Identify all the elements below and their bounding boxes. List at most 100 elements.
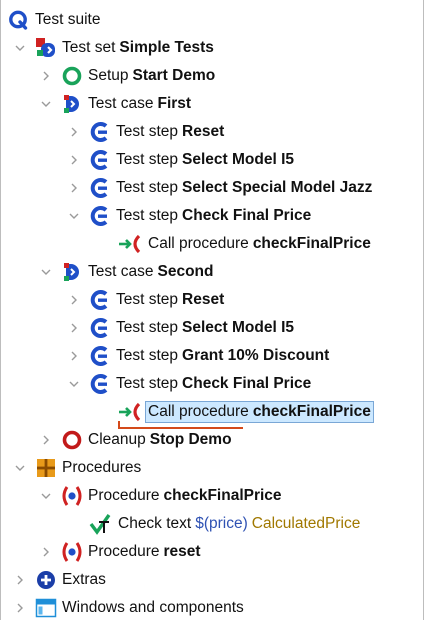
tree-node-procedure[interactable]: Procedure checkFinalPrice bbox=[39, 483, 282, 509]
tree-node-type: Test step bbox=[116, 179, 179, 196]
tree-node-type: Call procedure bbox=[148, 235, 249, 252]
tree-node-test-step[interactable]: Test step Reset bbox=[67, 287, 224, 313]
package-icon bbox=[35, 457, 57, 479]
chevron-right-icon[interactable] bbox=[39, 545, 53, 559]
tree-node-name: checkFinalPrice bbox=[163, 487, 282, 504]
tree-node-type: Test step bbox=[116, 291, 179, 308]
tree-node-windows-and-components[interactable]: Windows and components bbox=[13, 595, 244, 620]
chevron-down-icon[interactable] bbox=[39, 489, 53, 503]
tree-node-name: Simple Tests bbox=[119, 39, 214, 56]
tree-node-label: Extras bbox=[62, 571, 106, 588]
tree-node-variable: $(price) bbox=[195, 515, 248, 532]
chevron-right-icon[interactable] bbox=[67, 153, 81, 167]
tree-node-test-case-second[interactable]: Test case Second bbox=[39, 259, 213, 285]
check-text-icon bbox=[89, 513, 113, 535]
chevron-right-icon[interactable] bbox=[13, 573, 27, 587]
test-step-icon bbox=[89, 205, 111, 227]
tree-node-procedures[interactable]: Procedures bbox=[13, 455, 141, 481]
tree-node-name: Stop Demo bbox=[149, 431, 232, 448]
tree-node-cleanup[interactable]: Cleanup Stop Demo bbox=[39, 427, 232, 453]
test-step-icon bbox=[89, 317, 111, 339]
call-procedure-icon bbox=[117, 233, 143, 255]
tree-node-test-step[interactable]: Test step Check Final Price bbox=[67, 203, 311, 229]
tree-node-label: Procedures bbox=[62, 459, 142, 476]
tree-node-call-procedure-selected[interactable]: Call procedure checkFinalPrice bbox=[117, 399, 374, 425]
chevron-right-icon[interactable] bbox=[13, 601, 27, 615]
test-step-icon bbox=[89, 149, 111, 171]
chevron-down-icon[interactable] bbox=[67, 209, 81, 223]
tree-node-name: Select Model I5 bbox=[182, 319, 295, 336]
tree-node-extras[interactable]: Extras bbox=[13, 567, 106, 593]
tree-node-name: Check Final Price bbox=[182, 207, 312, 224]
chevron-right-icon[interactable] bbox=[67, 181, 81, 195]
tree-node-procedure[interactable]: Procedure reset bbox=[39, 539, 201, 565]
tree-node-name: First bbox=[157, 95, 192, 112]
test-step-icon bbox=[89, 121, 111, 143]
test-step-icon bbox=[89, 373, 111, 395]
tree-node-type: Call procedure bbox=[148, 403, 249, 420]
tree-node-type: Test step bbox=[116, 123, 179, 140]
tree-node-name: checkFinalPrice bbox=[252, 235, 371, 252]
chevron-down-icon[interactable] bbox=[13, 41, 27, 55]
extras-icon bbox=[35, 569, 57, 591]
test-case-icon bbox=[61, 93, 83, 115]
call-procedure-icon bbox=[117, 401, 143, 423]
tree-node-name: Start Demo bbox=[132, 67, 216, 84]
tree-node-type: Test step bbox=[116, 319, 179, 336]
tree-node-type: Test set bbox=[62, 39, 116, 56]
chevron-down-icon[interactable] bbox=[13, 461, 27, 475]
tree-node-test-step[interactable]: Test step Select Special Model Jazz bbox=[67, 175, 372, 201]
tree-node-type: Test step bbox=[116, 375, 179, 392]
selected-node-label: Call procedure checkFinalPrice bbox=[145, 401, 374, 423]
test-case-icon bbox=[61, 261, 83, 283]
tree-node-type: Procedure bbox=[88, 487, 160, 504]
tree-node-name: checkFinalPrice bbox=[252, 403, 371, 420]
tree-node-type: Check text bbox=[118, 515, 192, 532]
test-suite-tree[interactable]: Test suite Test set Simple Tests Setup S… bbox=[0, 0, 424, 620]
test-suite-icon bbox=[7, 9, 29, 31]
tree-node-test-set[interactable]: Test set Simple Tests bbox=[13, 35, 214, 61]
tree-node-type: Setup bbox=[88, 67, 129, 84]
tree-node-check-text[interactable]: Check text $(price) CalculatedPrice bbox=[89, 511, 360, 537]
tree-node-test-step[interactable]: Test step Grant 10% Discount bbox=[67, 343, 329, 369]
tree-node-type: Procedure bbox=[88, 543, 160, 560]
setup-icon bbox=[61, 65, 83, 87]
tree-node-label: Test suite bbox=[35, 11, 101, 28]
cleanup-icon bbox=[61, 429, 83, 451]
tree-node-name: Reset bbox=[182, 123, 225, 140]
procedure-icon bbox=[61, 485, 83, 507]
test-step-icon bbox=[89, 289, 111, 311]
chevron-right-icon[interactable] bbox=[39, 433, 53, 447]
tree-node-setup[interactable]: Setup Start Demo bbox=[39, 63, 215, 89]
test-step-icon bbox=[89, 177, 111, 199]
chevron-down-icon[interactable] bbox=[39, 97, 53, 111]
tree-node-type: Test step bbox=[116, 207, 179, 224]
tree-node-test-step[interactable]: Test step Select Model I5 bbox=[67, 147, 294, 173]
tree-node-name: Reset bbox=[182, 291, 225, 308]
window-icon bbox=[35, 597, 57, 619]
tree-node-name: Grant 10% Discount bbox=[182, 347, 330, 364]
tree-node-test-case-first[interactable]: Test case First bbox=[39, 91, 191, 117]
chevron-right-icon[interactable] bbox=[39, 69, 53, 83]
tree-node-test-suite[interactable]: Test suite bbox=[7, 7, 100, 33]
chevron-right-icon[interactable] bbox=[67, 321, 81, 335]
tree-node-type: Test step bbox=[116, 151, 179, 168]
chevron-right-icon[interactable] bbox=[67, 293, 81, 307]
tree-node-name: Select Special Model Jazz bbox=[182, 179, 373, 196]
tree-node-name: Second bbox=[157, 263, 214, 280]
tree-node-test-step[interactable]: Test step Select Model I5 bbox=[67, 315, 294, 341]
tree-node-label: Windows and components bbox=[62, 599, 244, 616]
chevron-right-icon[interactable] bbox=[67, 125, 81, 139]
tree-node-name: Check Final Price bbox=[182, 375, 312, 392]
procedure-icon bbox=[61, 541, 83, 563]
chevron-down-icon[interactable] bbox=[67, 377, 81, 391]
tree-node-type: Test step bbox=[116, 347, 179, 364]
chevron-right-icon[interactable] bbox=[67, 349, 81, 363]
tree-node-test-step[interactable]: Test step Reset bbox=[67, 119, 224, 145]
tree-node-value: CalculatedPrice bbox=[251, 515, 361, 532]
tree-node-call-procedure[interactable]: Call procedure checkFinalPrice bbox=[117, 231, 371, 257]
test-set-icon bbox=[35, 37, 57, 59]
chevron-down-icon[interactable] bbox=[39, 265, 53, 279]
tree-node-type: Test case bbox=[88, 263, 154, 280]
tree-node-test-step[interactable]: Test step Check Final Price bbox=[67, 371, 311, 397]
